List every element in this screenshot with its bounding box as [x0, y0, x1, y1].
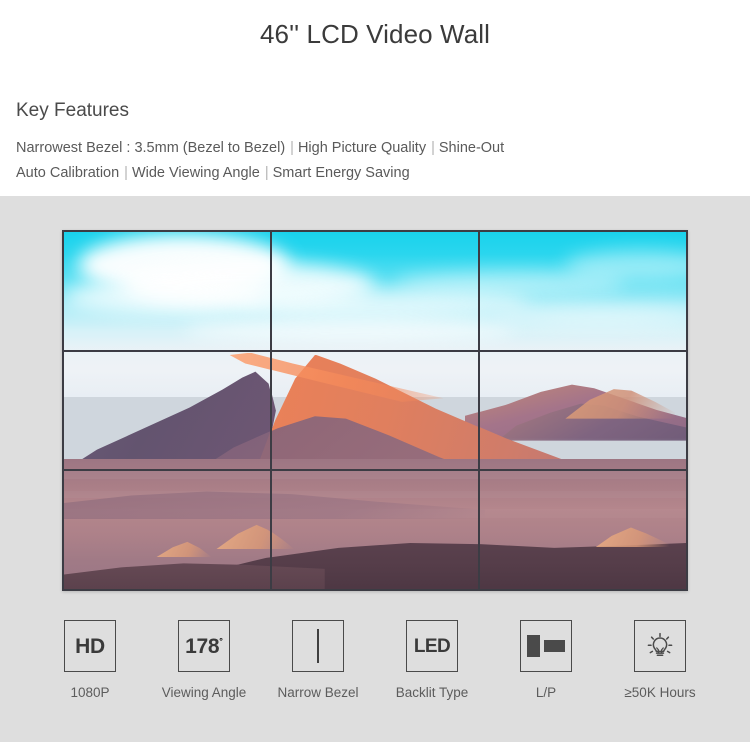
- bezel-seam-line: [317, 629, 319, 663]
- portrait-orientation-icon: [527, 635, 540, 657]
- spec-item-1080p: HD 1080P: [33, 620, 147, 701]
- feature-item: Auto Calibration: [16, 165, 120, 181]
- spec-caption: 1080P: [70, 685, 110, 700]
- spec-caption: L/P: [535, 685, 557, 700]
- viewing-angle-value: 178: [185, 634, 220, 658]
- feature-item: Shine-Out: [438, 140, 505, 156]
- page-header: 46'' LCD Video Wall Key Features Narrowe…: [0, 0, 750, 196]
- feature-item: Wide Viewing Angle: [131, 165, 260, 181]
- dune-scene-slice: [272, 351, 478, 470]
- degree-symbol: °: [219, 636, 223, 646]
- spec-caption: Viewing Angle: [161, 685, 247, 700]
- video-wall-panel: [480, 351, 686, 470]
- product-showcase-section: HD 1080P 178 ° Viewing Angle Narrow Bezel…: [0, 196, 750, 742]
- key-features-line-1: Narrowest Bezel : 3.5mm (Bezel to Bezel)…: [0, 123, 750, 161]
- led-icon: LED: [406, 620, 458, 672]
- video-wall-panel: [64, 232, 270, 350]
- video-wall: [62, 230, 688, 591]
- spec-caption: Backlit Type: [395, 685, 469, 700]
- video-wall-panel: [480, 471, 686, 589]
- feature-separator: |: [290, 140, 294, 156]
- landscape-orientation-icon: [544, 640, 565, 652]
- lightbulb-glyph: [647, 632, 673, 657]
- video-wall-panel: [64, 351, 270, 470]
- dune-scene-slice: [64, 471, 270, 589]
- feature-item: Narrowest Bezel : 3.5mm (Bezel to Bezel): [16, 140, 286, 156]
- spec-item-landscape-portrait: L/P: [489, 620, 603, 701]
- video-wall-panel: [272, 351, 478, 470]
- landscape-portrait-icon: [520, 620, 572, 672]
- dune-scene-slice: [480, 351, 686, 470]
- spec-caption: ≥50K Hours: [624, 685, 696, 700]
- dune-scene-slice: [272, 471, 478, 589]
- hd-icon: HD: [64, 620, 116, 672]
- dune-scene-slice: [64, 232, 270, 350]
- video-wall-panel: [480, 232, 686, 350]
- dune-scene-slice: [64, 351, 270, 470]
- feature-item: Smart Energy Saving: [272, 165, 410, 181]
- narrow-bezel-icon: [292, 620, 344, 672]
- led-icon-label: LED: [413, 635, 451, 657]
- viewing-angle-icon: 178 °: [178, 620, 230, 672]
- hd-icon-label: HD: [75, 634, 105, 658]
- spec-item-lifespan: ≥50K Hours: [603, 620, 717, 701]
- page-title: 46'' LCD Video Wall: [259, 19, 491, 49]
- video-wall-panel: [272, 232, 478, 350]
- video-wall-panel: [272, 471, 478, 589]
- spec-item-backlit-type: LED Backlit Type: [375, 620, 489, 701]
- key-features-heading: Key Features: [16, 100, 129, 121]
- spec-item-viewing-angle: 178 ° Viewing Angle: [147, 620, 261, 701]
- feature-separator: |: [124, 165, 128, 181]
- dune-scene-slice: [480, 471, 686, 589]
- lightbulb-icon: [634, 620, 686, 672]
- dune-scene-slice: [272, 232, 478, 350]
- feature-separator: |: [264, 165, 269, 181]
- dune-scene-slice: [480, 232, 686, 350]
- spec-icon-row: HD 1080P 178 ° Viewing Angle Narrow Bezel…: [0, 620, 750, 701]
- feature-item: High Picture Quality: [297, 140, 427, 156]
- feature-separator: |: [431, 140, 435, 156]
- spec-item-narrow-bezel: Narrow Bezel: [261, 620, 375, 701]
- spec-caption: Narrow Bezel: [277, 685, 359, 700]
- key-features-line-2: Auto Calibration | Wide Viewing Angle | Smar…: [0, 161, 750, 186]
- video-wall-panel: [64, 471, 270, 589]
